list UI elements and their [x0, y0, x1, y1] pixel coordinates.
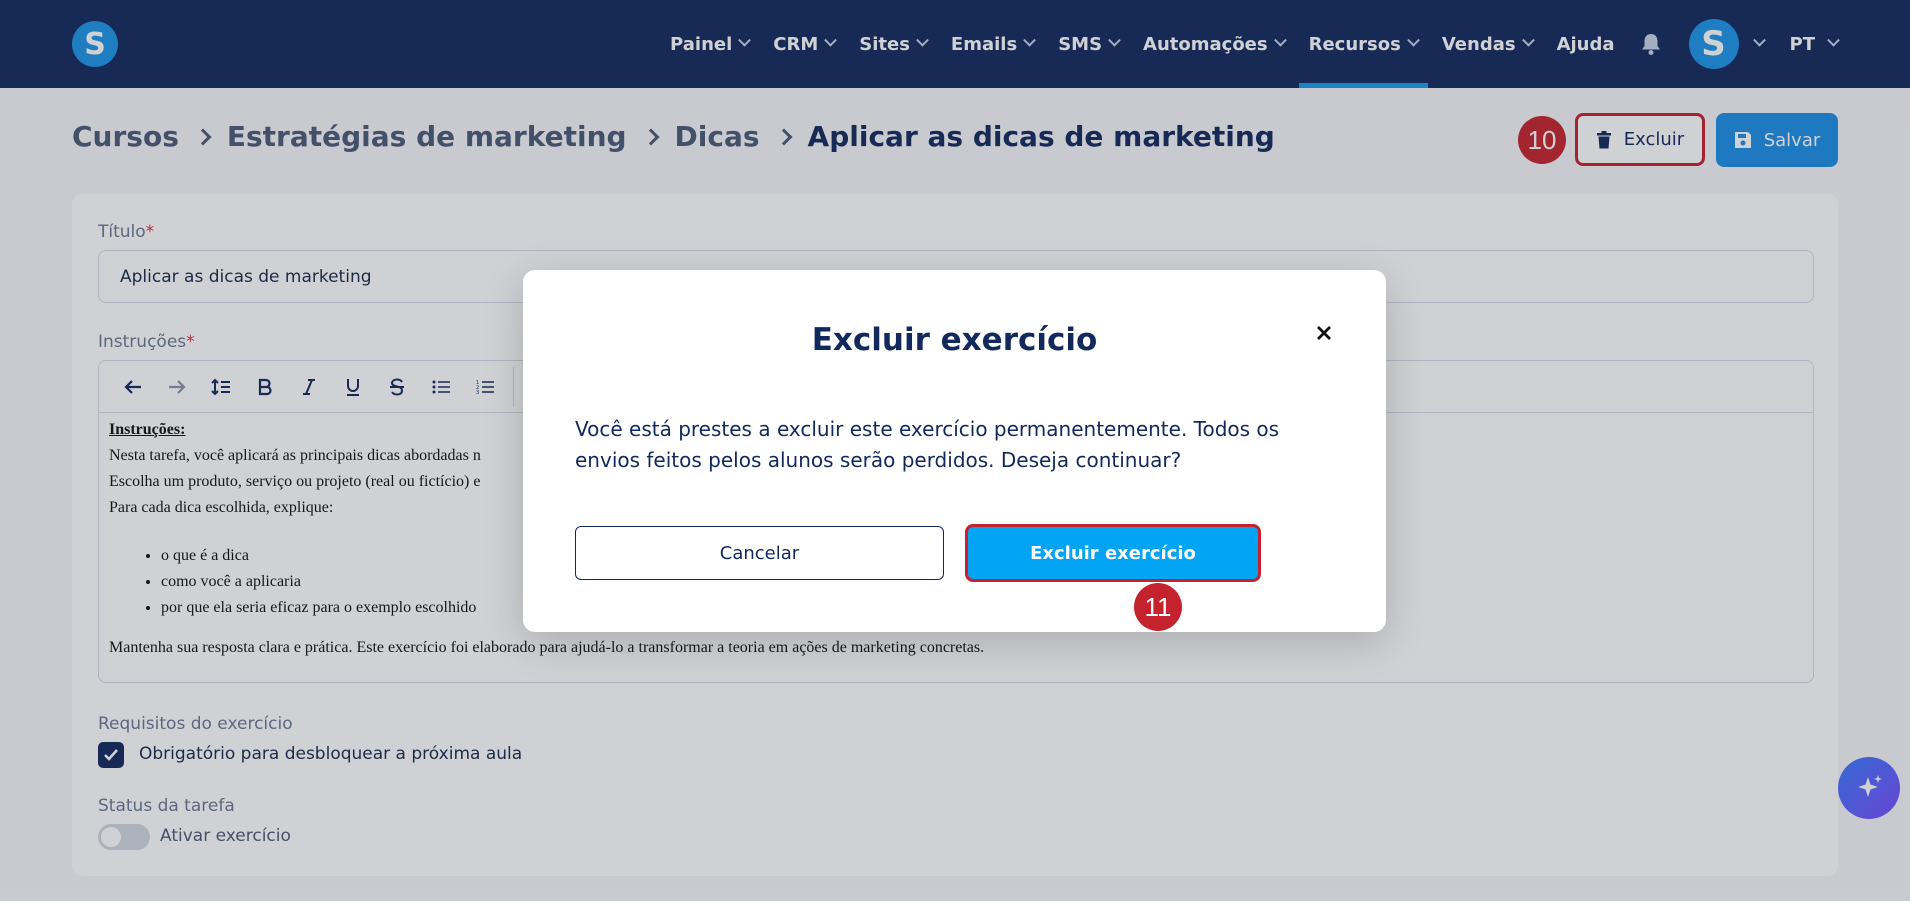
- close-icon[interactable]: [1313, 322, 1335, 344]
- dialog-title: Excluir exercício: [811, 322, 1098, 358]
- delete-exercise-dialog: Excluir exercício Você está prestes a ex…: [523, 270, 1386, 632]
- step-marker-11: 11: [1134, 583, 1182, 631]
- cancel-button[interactable]: Cancelar: [575, 526, 944, 580]
- dialog-message: Você está prestes a excluir este exercíc…: [575, 417, 1280, 472]
- confirm-delete-button[interactable]: Excluir exercício: [965, 524, 1261, 582]
